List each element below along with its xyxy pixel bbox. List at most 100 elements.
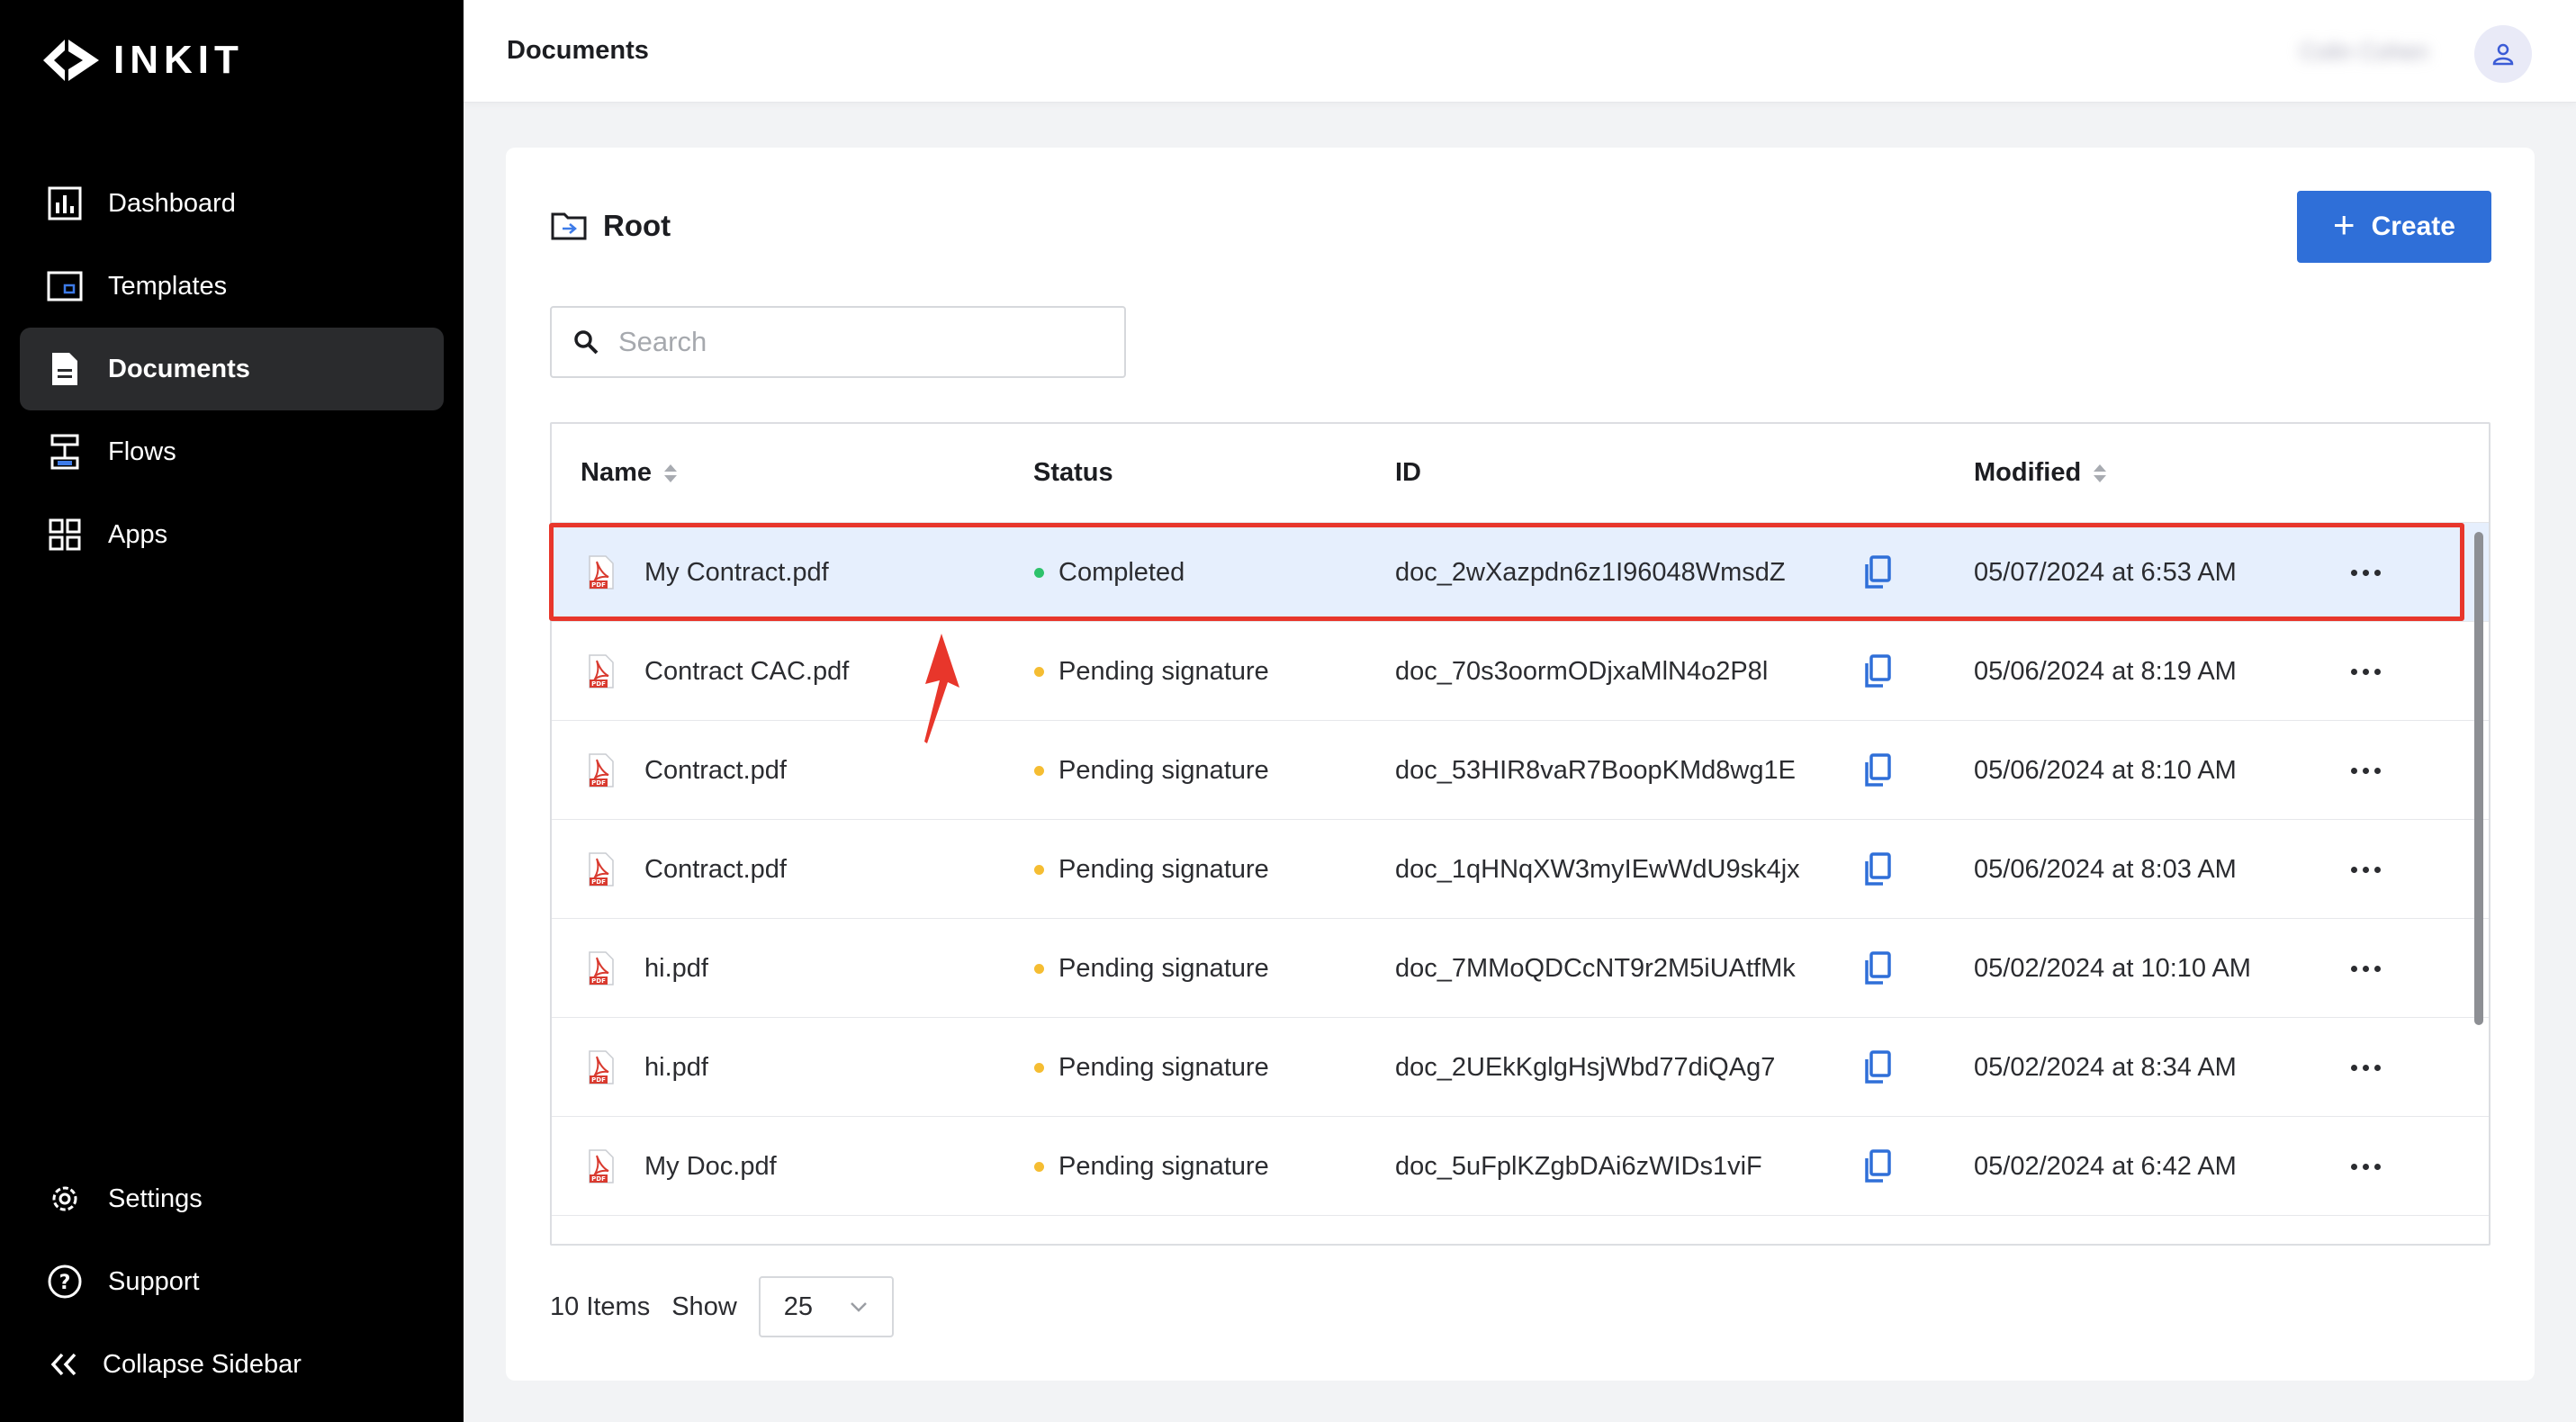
- scrollbar[interactable]: [2474, 532, 2483, 1025]
- document-id: doc_1qHNqXW3myIEwWdU9sk4jx: [1395, 854, 1800, 884]
- sidebar-nav: Dashboard Templates Documents Flows Apps: [20, 162, 444, 576]
- copy-icon[interactable]: [1863, 622, 1892, 721]
- sidebar-item-label: Templates: [108, 271, 228, 301]
- modified-date: 05/02/2024 at 8:34 AM: [1974, 1052, 2237, 1082]
- avatar[interactable]: [2474, 25, 2532, 83]
- status-badge: Pending signature: [1034, 919, 1269, 1018]
- pdf-file-icon: PDF: [586, 721, 617, 820]
- more-options-icon[interactable]: [2351, 721, 2381, 820]
- column-header-modified[interactable]: Modified: [1974, 458, 2107, 488]
- sidebar-item-label: Apps: [108, 519, 168, 549]
- svg-text:PDF: PDF: [591, 878, 606, 886]
- sidebar-item-label: Settings: [108, 1184, 203, 1213]
- status-dot: [1034, 765, 1044, 776]
- dashboard-icon: [47, 185, 83, 221]
- sidebar-item-apps[interactable]: Apps: [20, 493, 444, 576]
- file-name[interactable]: Contract CAC.pdf: [644, 622, 849, 721]
- sidebar-item-dashboard[interactable]: Dashboard: [20, 162, 444, 245]
- sidebar-item-documents[interactable]: Documents: [20, 328, 444, 410]
- copy-icon[interactable]: [1863, 919, 1892, 1018]
- collapse-sidebar-button[interactable]: Collapse Sidebar: [20, 1323, 444, 1406]
- document-id: doc_2UEkKglgHsjWbd77diQAg7: [1395, 1052, 1776, 1082]
- help-circle-icon: ?: [47, 1264, 83, 1300]
- column-header-status: Status: [1033, 458, 1113, 488]
- sidebar-item-templates[interactable]: Templates: [20, 245, 444, 328]
- document-id: doc_53HIR8vaR7BoopKMd8wg1E: [1395, 755, 1796, 785]
- file-name[interactable]: My Contract.pdf: [644, 523, 829, 622]
- copy-icon[interactable]: [1863, 721, 1892, 820]
- table-row[interactable]: PDF hi.pdf Pending signature doc_2UEkKgl…: [552, 1018, 2489, 1117]
- search-input[interactable]: [618, 326, 1104, 358]
- table-row[interactable]: PDF My Contract.pdf Completed doc_2wXazp…: [552, 523, 2489, 622]
- modified-date: 05/02/2024 at 10:10 AM: [1974, 953, 2251, 983]
- user-name: Colin Cohen: [2300, 38, 2429, 65]
- folder-header: Root: [551, 209, 671, 243]
- document-id: doc_2wXazpdn6z1I96048WmsdZ: [1395, 557, 1786, 587]
- status-text: Pending signature: [1058, 953, 1269, 983]
- more-options-icon[interactable]: [2351, 1117, 2381, 1216]
- file-name[interactable]: hi.pdf: [644, 919, 708, 1018]
- copy-icon[interactable]: [1863, 1117, 1892, 1216]
- status-text: Pending signature: [1058, 656, 1269, 686]
- table-row[interactable]: PDF My Doc.pdf Pending signature doc_5uF…: [552, 1117, 2489, 1216]
- table-body: PDF My Contract.pdf Completed doc_2wXazp…: [552, 523, 2489, 1216]
- page-size-select[interactable]: 25: [758, 1276, 894, 1337]
- table-header: Name Status ID Modified: [552, 424, 2489, 523]
- copy-icon[interactable]: [1863, 820, 1892, 919]
- status-text: Completed: [1058, 557, 1185, 587]
- file-name[interactable]: My Doc.pdf: [644, 1117, 777, 1216]
- table-row[interactable]: PDF hi.pdf Pending signature doc_7MMoQDC…: [552, 919, 2489, 1018]
- modified-date: 05/06/2024 at 8:19 AM: [1974, 656, 2237, 686]
- sidebar-item-flows[interactable]: Flows: [20, 410, 444, 493]
- table-row[interactable]: PDF Contract.pdf Pending signature doc_5…: [552, 721, 2489, 820]
- status-dot: [1034, 1062, 1044, 1073]
- page-size-value: 25: [783, 1292, 814, 1321]
- search-icon: [574, 330, 599, 355]
- column-header-id: ID: [1395, 458, 1421, 488]
- table-row[interactable]: PDF Contract CAC.pdf Pending signature d…: [552, 622, 2489, 721]
- more-options-icon[interactable]: [2351, 622, 2381, 721]
- column-header-label: ID: [1395, 458, 1421, 487]
- column-header-name[interactable]: Name: [581, 458, 677, 488]
- search-box: [550, 306, 1126, 378]
- status-text: Pending signature: [1058, 854, 1269, 884]
- copy-icon[interactable]: [1863, 1018, 1892, 1117]
- modified-date: 05/06/2024 at 8:10 AM: [1974, 755, 2237, 785]
- svg-text:PDF: PDF: [591, 977, 606, 985]
- sort-icon: [2094, 464, 2107, 482]
- status-dot: [1034, 567, 1044, 578]
- status-text: Pending signature: [1058, 1151, 1269, 1181]
- file-name[interactable]: hi.pdf: [644, 1018, 708, 1117]
- table-row[interactable]: PDF Contract.pdf Pending signature doc_1…: [552, 820, 2489, 919]
- top-bar: Documents Colin Cohen: [464, 0, 2576, 103]
- modified-date: 05/06/2024 at 8:03 AM: [1974, 854, 2237, 884]
- svg-text:?: ?: [59, 1272, 71, 1294]
- more-options-icon[interactable]: [2351, 919, 2381, 1018]
- sort-icon: [664, 464, 677, 482]
- svg-text:PDF: PDF: [591, 581, 606, 589]
- sidebar-item-support[interactable]: ? Support: [20, 1240, 444, 1323]
- file-name[interactable]: Contract.pdf: [644, 721, 787, 820]
- column-header-label: Name: [581, 458, 652, 487]
- status-dot: [1034, 666, 1044, 677]
- file-name[interactable]: Contract.pdf: [644, 820, 787, 919]
- create-button[interactable]: + Create: [2297, 191, 2491, 263]
- inkit-logo[interactable]: INKIT: [41, 38, 244, 83]
- status-badge: Pending signature: [1034, 1018, 1269, 1117]
- flows-icon: [47, 434, 83, 470]
- pagination-footer: 10 Items Show 25: [550, 1276, 894, 1337]
- status-dot: [1034, 1161, 1044, 1172]
- status-badge: Pending signature: [1034, 721, 1269, 820]
- sidebar-item-settings[interactable]: Settings: [20, 1157, 444, 1240]
- copy-icon[interactable]: [1863, 523, 1892, 622]
- more-options-icon[interactable]: [2351, 820, 2381, 919]
- more-options-icon[interactable]: [2351, 523, 2381, 622]
- user-icon: [2492, 43, 2514, 66]
- svg-text:PDF: PDF: [591, 1076, 606, 1084]
- pdf-file-icon: PDF: [586, 820, 617, 919]
- sidebar: INKIT Dashboard Templates Documents Flow…: [0, 0, 464, 1422]
- more-options-icon[interactable]: [2351, 1018, 2381, 1117]
- document-id: doc_5uFplKZgbDAi6zWIDs1viF: [1395, 1151, 1762, 1181]
- document-id: doc_70s3oormODjxaMlN4o2P8l: [1395, 656, 1769, 686]
- logo-text: INKIT: [113, 38, 244, 82]
